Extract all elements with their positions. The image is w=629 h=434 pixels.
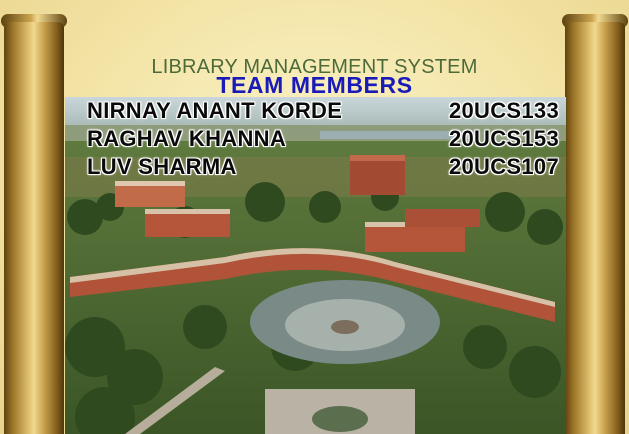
member-name: NIRNAY ANANT KORDE — [87, 98, 343, 123]
member-roll-number: 20UCS153 — [448, 126, 559, 151]
member-name: RAGHAV KHANNA — [87, 126, 287, 151]
team-member-row: NIRNAY ANANT KORDE 20UCS133 — [87, 98, 567, 126]
team-member-row: LUV SHARMA 20UCS107 — [87, 154, 567, 182]
member-name: LUV SHARMA — [87, 154, 237, 179]
member-roll-number: 20UCS107 — [448, 154, 559, 179]
team-member-row: RAGHAV KHANNA 20UCS153 — [87, 126, 567, 154]
member-roll-number: 20UCS133 — [448, 98, 559, 123]
team-heading: TEAM MEMBERS — [216, 72, 413, 98]
team-member-list: NIRNAY ANANT KORDE 20UCS133 RAGHAV KHANN… — [87, 98, 567, 182]
